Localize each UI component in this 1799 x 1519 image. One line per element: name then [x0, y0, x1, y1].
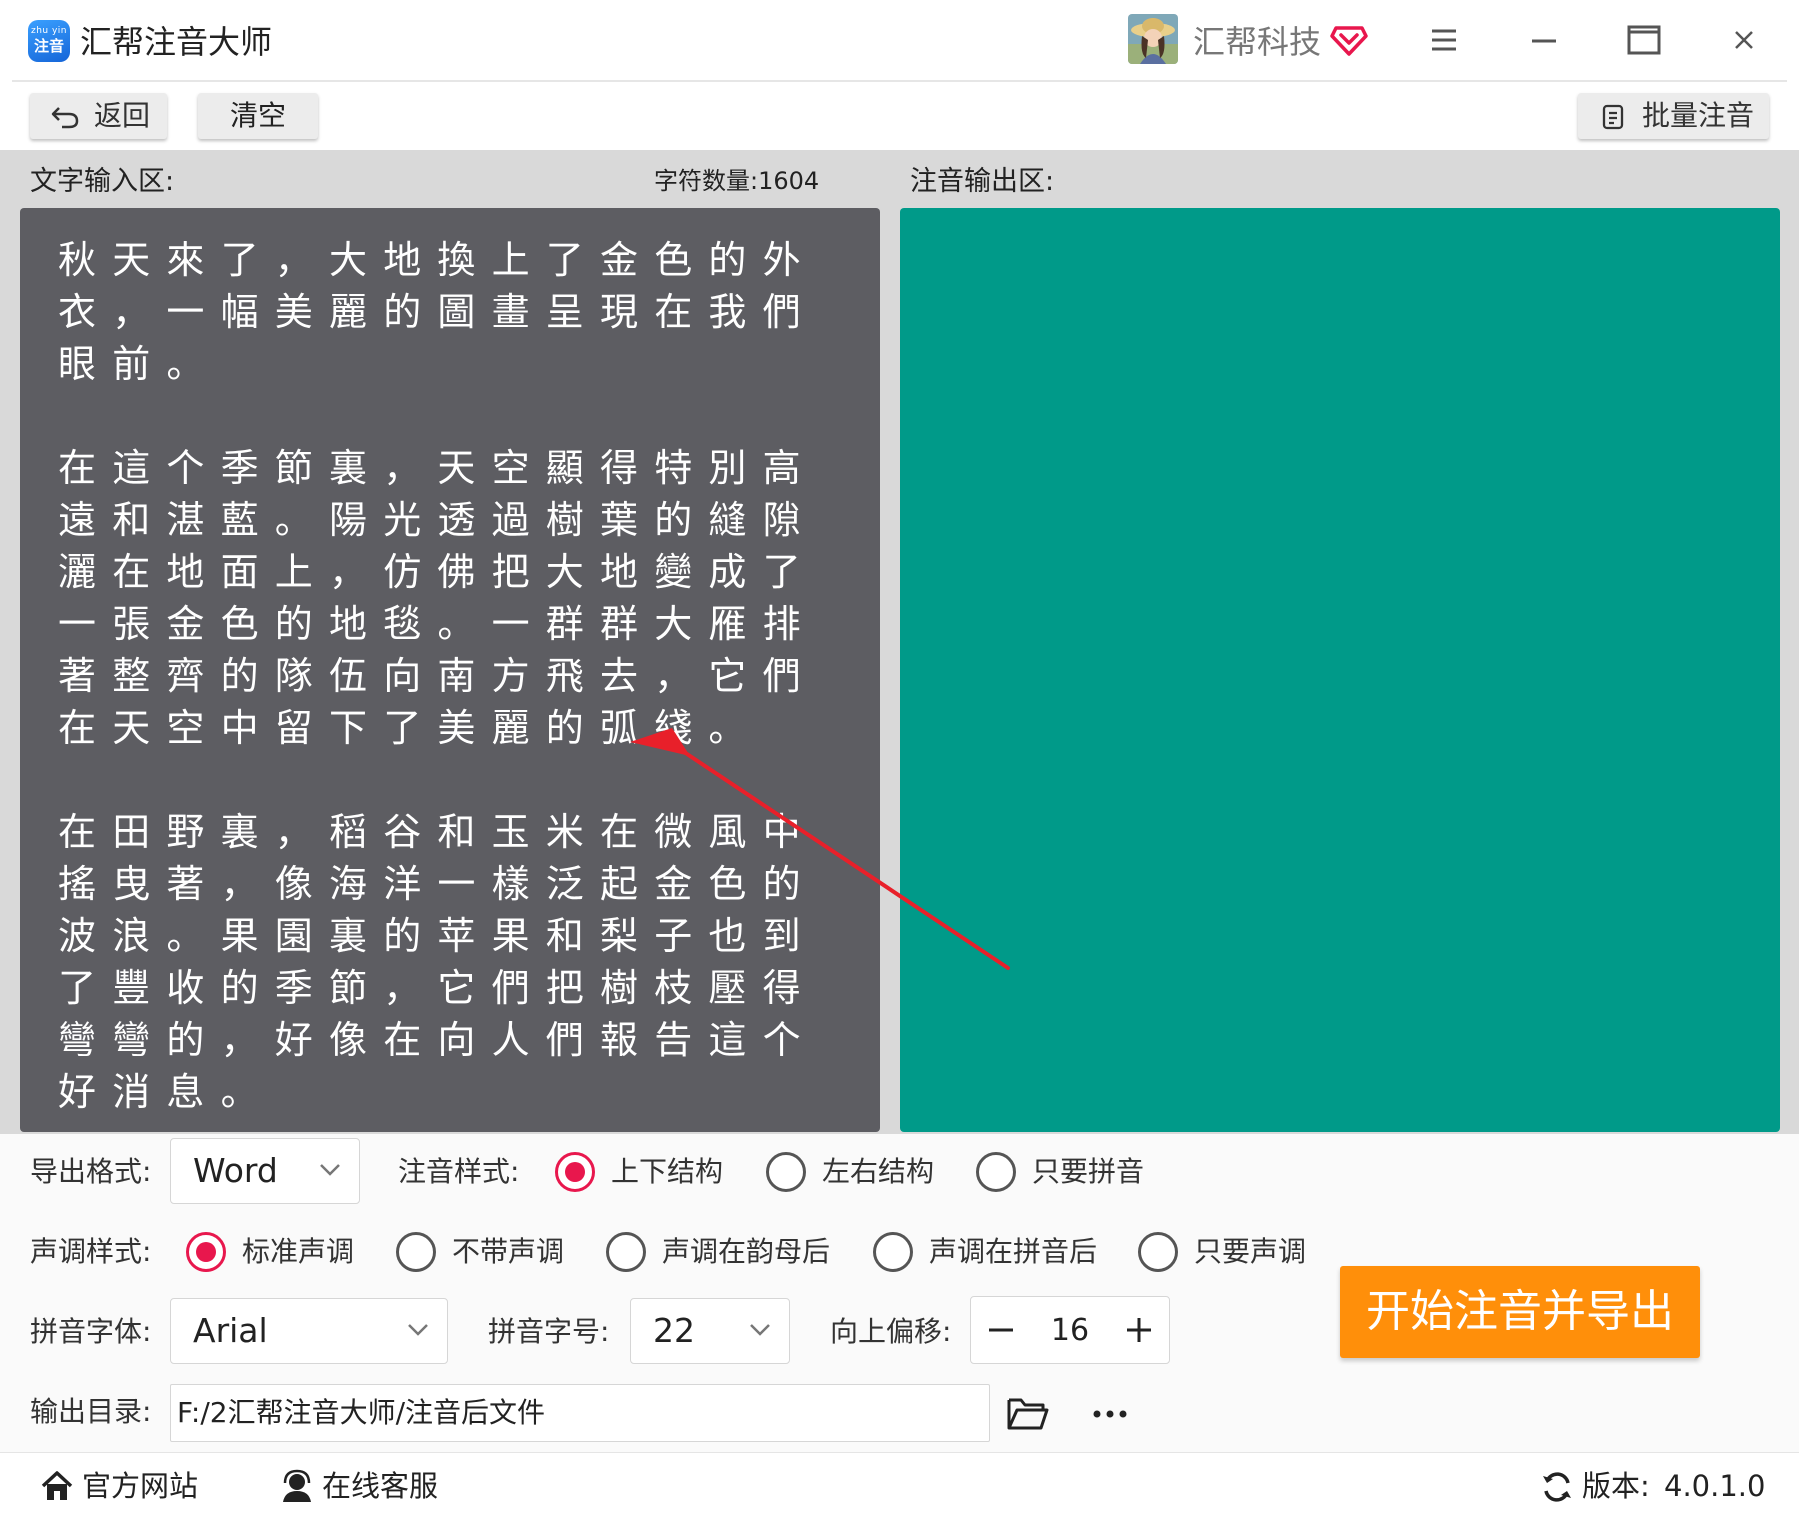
minus-icon [989, 1328, 1013, 1332]
offset-label: 向上偏移: [830, 1315, 952, 1348]
export-format-select[interactable]: Word [170, 1138, 360, 1204]
app-logo-top-text: zhu yin [30, 26, 68, 36]
close-icon[interactable] [1722, 18, 1766, 62]
tone-label: 声调样式: [30, 1235, 152, 1268]
input-text: 秋天來了，大地換上了金色的外衣，一幅美麗的圖畫呈現在我們眼前。 在這个季節裏，天… [58, 238, 817, 1114]
version-info: 版本: 4.0.1.0 [1540, 1463, 1780, 1509]
back-arrow-icon [51, 107, 79, 129]
more-options-icon[interactable] [1085, 1390, 1135, 1436]
vip-diamond-icon[interactable] [1330, 20, 1368, 58]
open-folder-icon[interactable] [1003, 1390, 1053, 1436]
tone-radio-standard[interactable]: 标准声调 [186, 1230, 356, 1274]
radio-dot [186, 1232, 226, 1272]
pinyin-output-area[interactable] [900, 208, 1780, 1132]
tone-radio-after-final[interactable]: 声调在韵母后 [606, 1230, 836, 1274]
tone-option-label: 声调在韵母后 [662, 1235, 831, 1268]
output-area-label: 注音输出区: [910, 166, 1055, 197]
offset-decrease-button[interactable] [971, 1297, 1031, 1363]
maximize-icon[interactable] [1622, 18, 1666, 62]
tone-option-label: 只要声调 [1194, 1235, 1307, 1268]
pinyin-size-label: 拼音字号: [488, 1315, 610, 1348]
char-count-value: 1604 [758, 167, 820, 195]
online-service-label: 在线客服 [322, 1469, 439, 1503]
footer: 官方网站 在线客服 版本: 4.0.1.0 [0, 1452, 1799, 1519]
refresh-icon [1543, 1472, 1571, 1502]
radio-dot [606, 1232, 646, 1272]
pinyin-size-select[interactable]: 22 [630, 1298, 790, 1364]
pinyin-size-value: 22 [653, 1311, 695, 1350]
chevron-down-icon [320, 1164, 340, 1176]
version-value: 4.0.1.0 [1664, 1469, 1766, 1503]
pinyin-font-value: Arial [193, 1311, 268, 1350]
chevron-down-icon [408, 1324, 428, 1336]
offset-increase-button[interactable] [1109, 1297, 1169, 1363]
clear-button[interactable]: 清空 [198, 93, 318, 139]
tone-radio-after-pinyin[interactable]: 声调在拼音后 [873, 1230, 1103, 1274]
menu-icon[interactable] [1422, 18, 1466, 62]
style-radio-pinyin-only[interactable]: 只要拼音 [976, 1150, 1151, 1194]
user-avatar[interactable] [1128, 14, 1178, 64]
pinyin-font-label: 拼音字体: [30, 1315, 152, 1348]
char-count: 字符数量:1604 [654, 162, 819, 200]
radio-dot [396, 1232, 436, 1272]
style-radio-left-right[interactable]: 左右结构 [766, 1150, 941, 1194]
online-service-link[interactable]: 在线客服 [280, 1463, 450, 1509]
radio-dot [766, 1152, 806, 1192]
customer-service-icon [283, 1469, 311, 1502]
minimize-icon[interactable] [1522, 18, 1566, 62]
radio-dot [873, 1232, 913, 1272]
version-label: 版本: [1582, 1469, 1650, 1503]
main-panels: 文字输入区: 字符数量:1604 注音输出区: 秋天來了，大地換上了金色的外衣，… [0, 150, 1799, 1134]
plus-icon [1127, 1318, 1151, 1342]
official-website-label: 官方网站 [82, 1469, 199, 1503]
radio-dot [976, 1152, 1016, 1192]
output-dir-label: 输出目录: [30, 1395, 152, 1428]
style-option-label: 上下结构 [611, 1155, 724, 1188]
app-logo-bottom-text: 注音 [33, 37, 64, 55]
official-website-link[interactable]: 官方网站 [40, 1463, 210, 1509]
start-export-button[interactable]: 开始注音并导出 [1340, 1266, 1700, 1358]
tone-radio-tone-only[interactable]: 只要声调 [1138, 1230, 1308, 1274]
text-input-area[interactable]: 秋天來了，大地換上了金色的外衣，一幅美麗的圖畫呈現在我們眼前。 在這个季節裏，天… [20, 208, 880, 1132]
char-count-label: 字符数量: [654, 167, 759, 195]
style-option-label: 只要拼音 [1032, 1155, 1145, 1188]
offset-stepper: 16 [970, 1296, 1170, 1364]
back-button-label: 返回 [94, 99, 151, 132]
offset-value[interactable]: 16 [1031, 1297, 1109, 1365]
output-dir-input[interactable]: F:/2汇帮注音大师/注音后文件 [170, 1384, 990, 1442]
company-name: 汇帮科技 [1193, 23, 1322, 61]
batch-annotate-label: 批量注音 [1642, 99, 1755, 132]
radio-dot [555, 1152, 595, 1192]
batch-annotate-button[interactable]: 批量注音 [1578, 93, 1769, 139]
style-radio-top-bottom[interactable]: 上下结构 [555, 1150, 730, 1194]
radio-dot [1138, 1232, 1178, 1272]
tone-option-label: 标准声调 [242, 1235, 355, 1268]
back-button[interactable]: 返回 [30, 93, 167, 139]
title-bar: zhu yin 注音 汇帮注音大师 汇帮科技 [0, 0, 1799, 82]
export-format-value: Word [193, 1151, 278, 1190]
app-title: 汇帮注音大师 [80, 23, 273, 61]
pinyin-font-select[interactable]: Arial [170, 1298, 448, 1364]
tone-option-label: 声调在拼音后 [929, 1235, 1098, 1268]
home-icon [41, 1471, 73, 1500]
settings-panel: 导出格式: Word 注音样式: 上下结构 左右结构 只要拼音 声调样式: 标准… [0, 1134, 1799, 1452]
tone-radio-no-tone[interactable]: 不带声调 [396, 1230, 566, 1274]
input-area-label: 文字输入区: [30, 166, 175, 197]
export-format-label: 导出格式: [30, 1155, 152, 1188]
style-option-label: 左右结构 [822, 1155, 935, 1188]
app-logo-icon: zhu yin 注音 [28, 20, 70, 62]
style-label: 注音样式: [398, 1155, 520, 1188]
tone-option-label: 不带声调 [452, 1235, 565, 1268]
document-icon [1602, 104, 1624, 130]
chevron-down-icon [750, 1324, 770, 1336]
toolbar: 返回 清空 批量注音 [0, 82, 1799, 150]
